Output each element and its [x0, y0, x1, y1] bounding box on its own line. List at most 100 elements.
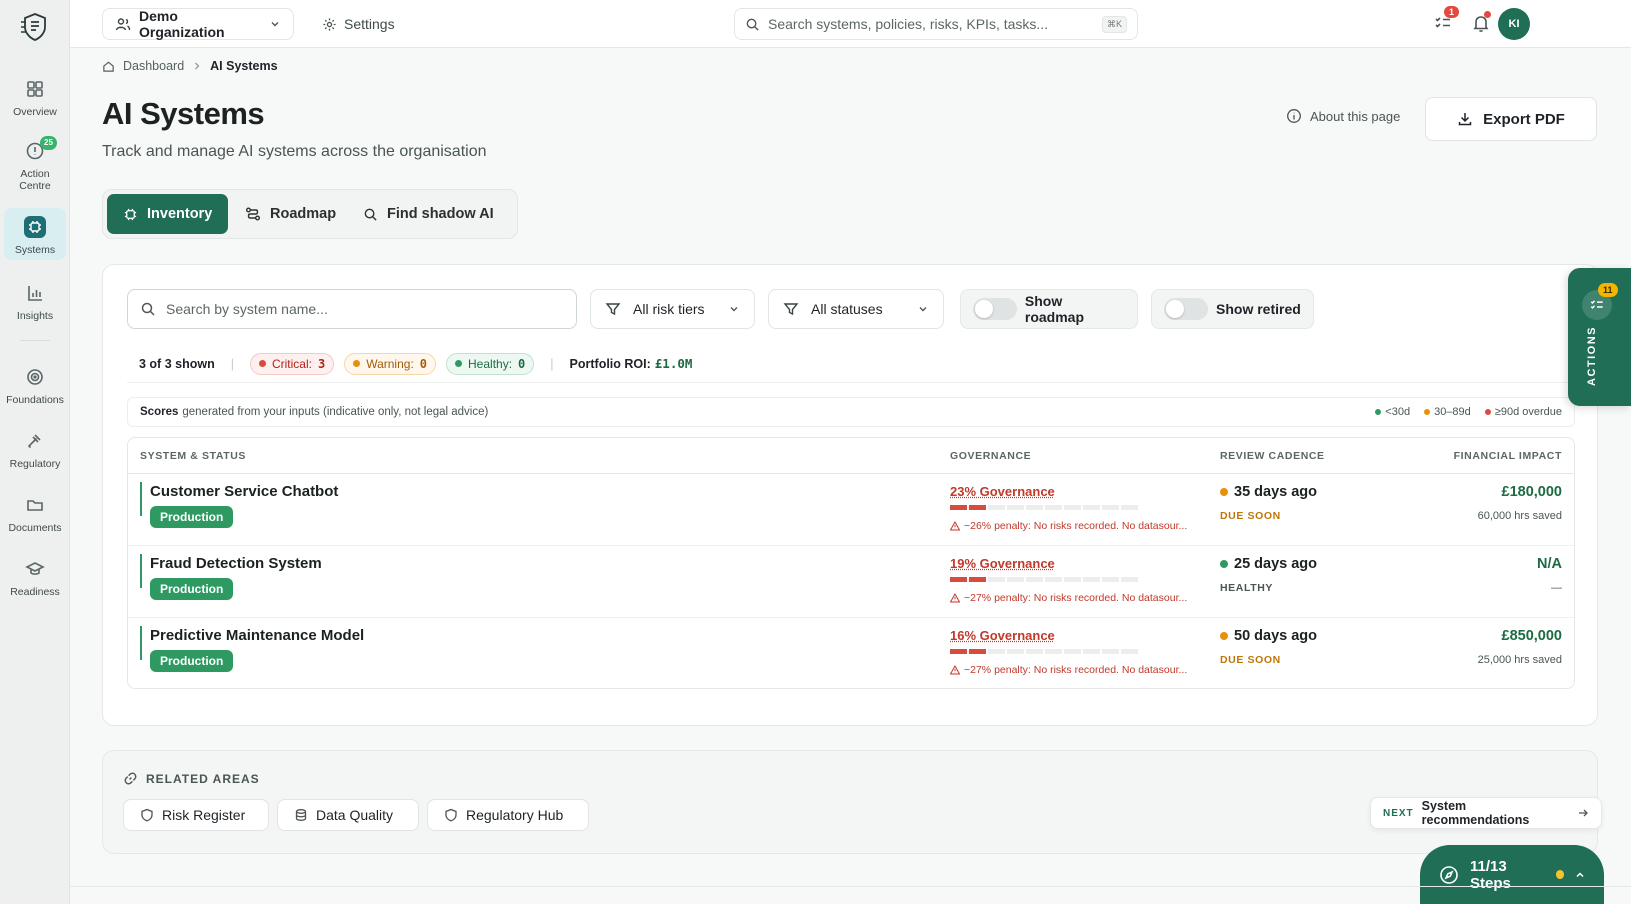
next-recommendation-link[interactable]: NEXT System recommendations — [1370, 797, 1602, 829]
tab-inventory[interactable]: Inventory — [107, 194, 229, 234]
tab-label: Inventory — [147, 206, 213, 222]
governance-segment — [1083, 577, 1100, 582]
financial-sub: 25,000 hrs saved — [1477, 654, 1562, 666]
related-regulatory-hub[interactable]: Regulatory Hub — [427, 799, 589, 831]
sidebar-item-regulatory[interactable]: Regulatory — [4, 430, 66, 470]
header-governance[interactable]: GOVERNANCE — [950, 450, 1031, 462]
graduation-cap-icon — [24, 558, 46, 580]
gavel-icon — [24, 430, 46, 452]
systems-table: SYSTEM & STATUS GOVERNANCE REVIEW CADENC… — [127, 437, 1575, 689]
cadence-status: HEALTHY — [1220, 582, 1274, 594]
governance-score[interactable]: 23% Governance — [950, 484, 1055, 499]
grid-icon — [24, 78, 46, 100]
table-row[interactable]: Customer Service Chatbot Production 23% … — [128, 474, 1574, 546]
healthy-pill[interactable]: Healthy: 0 — [446, 352, 535, 375]
filter-icon — [783, 301, 799, 317]
system-search-input[interactable]: Search by system name... — [127, 289, 577, 329]
notifications-button[interactable] — [1470, 11, 1494, 36]
global-search-input[interactable]: Search systems, policies, risks, KPIs, t… — [734, 8, 1138, 40]
actions-badge: 11 — [1598, 283, 1618, 297]
governance-segment — [1026, 505, 1043, 510]
sidebar-item-action-centre[interactable]: 25 Action Centre — [4, 136, 66, 192]
home-icon — [102, 60, 115, 73]
critical-pill[interactable]: Critical: 3 — [249, 352, 335, 375]
sidebar-item-label: Foundations — [6, 394, 64, 406]
sidebar-item-insights[interactable]: Insights — [4, 282, 66, 322]
filter-icon — [605, 301, 621, 317]
header-financial[interactable]: FINANCIAL IMPACT — [1454, 450, 1562, 462]
financial-sub: 60,000 hrs saved — [1477, 510, 1562, 522]
table-row[interactable]: Predictive Maintenance Model Production … — [128, 618, 1574, 688]
financial-impact: £180,000 — [1501, 484, 1562, 500]
critical-label: Critical: — [271, 356, 312, 371]
governance-segment — [1102, 577, 1119, 582]
risk-tier-filter[interactable]: All risk tiers — [590, 289, 755, 329]
toggle-switch[interactable] — [1164, 298, 1208, 320]
toggle-switch[interactable] — [973, 298, 1017, 320]
system-name[interactable]: Predictive Maintenance Model — [150, 627, 364, 644]
governance-segment — [950, 577, 967, 582]
penalty-note: −27% penalty: No risks recorded. No data… — [950, 664, 1190, 676]
actions-side-tab[interactable]: 11 ACTIONS — [1568, 268, 1631, 406]
sidebar-item-foundations[interactable]: Foundations — [4, 366, 66, 406]
sidebar-item-label: Readiness — [10, 586, 60, 598]
header-cadence[interactable]: REVIEW CADENCE — [1220, 450, 1325, 462]
cadence-dot — [1220, 488, 1228, 496]
tab-find-shadow-ai[interactable]: Find shadow AI — [347, 194, 510, 234]
settings-link[interactable]: Settings — [322, 8, 395, 40]
next-label: System recommendations — [1421, 799, 1530, 827]
system-name[interactable]: Fraud Detection System — [150, 555, 322, 572]
governance-score[interactable]: 16% Governance — [950, 628, 1055, 643]
governance-segment — [1064, 649, 1081, 654]
financial-impact: £850,000 — [1501, 628, 1562, 644]
sidebar-item-label: Systems — [14, 244, 56, 256]
governance-segment — [969, 577, 986, 582]
app-logo[interactable] — [18, 10, 52, 44]
toggle-label: Show roadmap — [1024, 293, 1085, 325]
status-value: All statuses — [811, 301, 883, 317]
header-system[interactable]: SYSTEM & STATUS — [140, 450, 246, 462]
sidebar: Overview 25 Action Centre Systems Insigh… — [0, 0, 70, 904]
avatar[interactable]: KI — [1498, 8, 1530, 40]
sidebar-divider — [20, 340, 50, 341]
governance-segment — [1121, 505, 1138, 510]
tab-label: Roadmap — [270, 206, 337, 222]
sidebar-item-documents[interactable]: Documents — [4, 494, 66, 534]
export-pdf-button[interactable]: Export PDF — [1425, 97, 1597, 141]
cadence-legend: <30d 30–89d ≥90d overdue — [1375, 406, 1562, 418]
warning-pill[interactable]: Warning: 0 — [344, 352, 437, 375]
cadence-dot — [1220, 632, 1228, 640]
sidebar-item-systems[interactable]: Systems — [4, 208, 66, 260]
arrow-right-icon — [1577, 807, 1589, 819]
risk-tier-value: All risk tiers — [633, 301, 705, 317]
breadcrumb-dashboard[interactable]: Dashboard — [123, 59, 184, 73]
org-select[interactable]: Demo Organization — [102, 8, 294, 40]
system-name[interactable]: Customer Service Chatbot — [150, 483, 338, 500]
show-roadmap-toggle[interactable]: Show roadmap — [960, 289, 1138, 329]
related-data-quality[interactable]: Data Quality — [277, 799, 419, 831]
sidebar-item-label: Documents — [8, 522, 62, 534]
governance-segment — [969, 649, 986, 654]
breadcrumb-current: AI Systems — [210, 59, 278, 73]
sidebar-item-readiness[interactable]: Readiness — [4, 558, 66, 598]
governance-segment — [988, 649, 1005, 654]
status-dot — [455, 360, 463, 367]
sidebar-item-overview[interactable]: Overview — [4, 78, 66, 118]
chevron-down-icon — [269, 18, 281, 30]
tab-roadmap[interactable]: Roadmap — [229, 194, 352, 234]
scores-note: Scores generated from your inputs (indic… — [127, 397, 1575, 427]
onboarding-steps-button[interactable]: 11/13 Steps — [1420, 845, 1604, 904]
status-filter[interactable]: All statuses — [768, 289, 944, 329]
about-page-button[interactable]: About this page — [1286, 108, 1400, 124]
tasks-button[interactable]: 1 — [1432, 6, 1460, 36]
related-risk-register[interactable]: Risk Register — [123, 799, 269, 831]
show-retired-toggle[interactable]: Show retired — [1151, 289, 1314, 329]
table-row[interactable]: Fraud Detection System Production 19% Go… — [128, 546, 1574, 618]
governance-score[interactable]: 19% Governance — [950, 556, 1055, 571]
legend-item: 30–89d — [1424, 406, 1471, 418]
healthy-label: Healthy: — [468, 356, 513, 371]
sidebar-item-label: Action Centre — [19, 168, 51, 192]
export-label: Export PDF — [1483, 110, 1565, 128]
separator: | — [550, 356, 554, 371]
chevron-up-icon — [1574, 869, 1586, 881]
